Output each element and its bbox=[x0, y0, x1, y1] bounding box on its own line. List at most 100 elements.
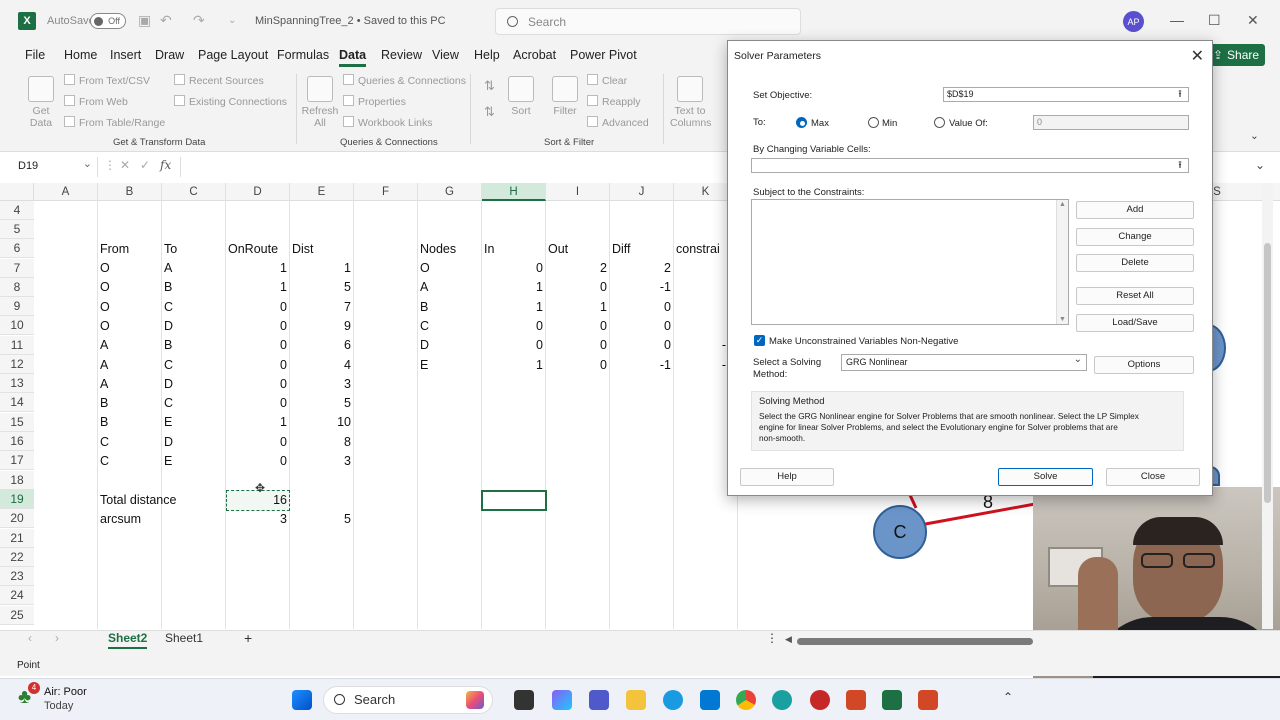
options-button[interactable]: Options bbox=[1094, 356, 1194, 374]
edge-browser-icon[interactable] bbox=[663, 690, 683, 710]
cell-to[interactable]: D bbox=[164, 317, 173, 336]
restore-icon[interactable]: ☐ bbox=[1208, 12, 1221, 29]
cell-out[interactable]: 0 bbox=[546, 336, 607, 355]
cell-to[interactable]: B bbox=[164, 278, 172, 297]
column-header-f[interactable]: F bbox=[354, 183, 418, 201]
row-header[interactable]: 15 bbox=[0, 413, 34, 432]
cell-from[interactable]: B bbox=[100, 413, 108, 432]
cell-node[interactable]: O bbox=[420, 259, 430, 278]
cell-in[interactable]: 1 bbox=[482, 356, 543, 375]
row-header[interactable]: 22 bbox=[0, 548, 34, 567]
powerpoint-icon[interactable] bbox=[846, 690, 866, 710]
min-radio[interactable] bbox=[868, 117, 879, 128]
sort-za-icon[interactable]: ⇅ bbox=[484, 104, 495, 120]
from-web-button[interactable]: From Web bbox=[64, 95, 128, 108]
cell-to[interactable]: C bbox=[164, 298, 173, 317]
tab-sheet1[interactable]: Sheet1 bbox=[165, 631, 203, 645]
row-header[interactable]: 21 bbox=[0, 529, 34, 548]
arcsum-dist[interactable]: 5 bbox=[290, 510, 351, 529]
cell-to[interactable]: E bbox=[164, 413, 172, 432]
cell-node[interactable]: A bbox=[420, 278, 428, 297]
tray-overflow-icon[interactable]: ⌃ bbox=[1003, 690, 1013, 704]
cell-from[interactable]: O bbox=[100, 278, 110, 297]
vertical-scrollbar[interactable] bbox=[1262, 183, 1273, 629]
cell-dist[interactable]: 3 bbox=[290, 452, 351, 471]
cell-onroute[interactable]: 0 bbox=[226, 452, 287, 471]
acrobat-icon[interactable] bbox=[918, 690, 938, 710]
change-button[interactable]: Change bbox=[1076, 228, 1194, 246]
task-view-icon[interactable] bbox=[514, 690, 534, 710]
cell-dist[interactable]: 3 bbox=[290, 375, 351, 394]
chrome-icon[interactable] bbox=[736, 690, 756, 710]
from-text-csv-button[interactable]: From Text/CSV bbox=[64, 74, 150, 87]
text-to-columns-button[interactable]: Text to Columns bbox=[670, 76, 711, 129]
cell-dist[interactable]: 5 bbox=[290, 394, 351, 413]
cell-from[interactable]: A bbox=[100, 356, 108, 375]
store-icon[interactable] bbox=[700, 690, 720, 710]
cell-to[interactable]: D bbox=[164, 433, 173, 452]
header-nodes[interactable]: Nodes bbox=[420, 240, 456, 259]
scroll-down-icon[interactable]: ▼ bbox=[1059, 316, 1066, 323]
cell-diff[interactable]: 2 bbox=[610, 259, 671, 278]
header-from[interactable]: From bbox=[100, 240, 129, 259]
horizontal-scroll-thumb[interactable] bbox=[797, 638, 1033, 645]
cancel-formula-icon[interactable]: ✕ bbox=[120, 158, 130, 172]
minimize-icon[interactable]: — bbox=[1170, 12, 1184, 28]
cell-dist[interactable]: 4 bbox=[290, 356, 351, 375]
row-header[interactable]: 19 bbox=[0, 490, 34, 509]
tab-sheet2[interactable]: Sheet2 bbox=[108, 631, 148, 649]
cell-node[interactable]: C bbox=[420, 317, 429, 336]
column-header-d[interactable]: D bbox=[226, 183, 290, 201]
max-radio[interactable] bbox=[796, 117, 807, 128]
row-header[interactable]: 16 bbox=[0, 432, 34, 451]
menu-formulas[interactable]: Formulas bbox=[277, 48, 329, 62]
tab-scroll-left-icon[interactable]: ‹ bbox=[28, 631, 32, 645]
menu-insert[interactable]: Insert bbox=[110, 48, 141, 62]
reapply-button[interactable]: Reapply bbox=[587, 95, 641, 108]
properties-button[interactable]: Properties bbox=[343, 95, 406, 108]
cell-onroute[interactable]: 0 bbox=[226, 394, 287, 413]
clear-button[interactable]: Clear bbox=[587, 74, 627, 87]
menu-file[interactable]: File bbox=[25, 48, 45, 62]
header-out[interactable]: Out bbox=[548, 240, 568, 259]
undo-icon[interactable]: ↶ bbox=[160, 12, 172, 29]
row-header[interactable]: 4 bbox=[0, 201, 34, 220]
arcsum-label[interactable]: arcsum bbox=[100, 510, 141, 529]
cell-onroute[interactable]: 0 bbox=[226, 375, 287, 394]
horizontal-scrollbar[interactable]: ◀ bbox=[785, 634, 1033, 648]
row-header[interactable]: 13 bbox=[0, 374, 34, 393]
nonnegative-checkbox[interactable]: ✓ bbox=[754, 335, 765, 346]
dialog-close-icon[interactable]: ✕ bbox=[1191, 46, 1204, 66]
header-dist[interactable]: Dist bbox=[292, 240, 314, 259]
header-to[interactable]: To bbox=[164, 240, 177, 259]
cell-from[interactable]: B bbox=[100, 394, 108, 413]
excel-taskbar-icon[interactable] bbox=[882, 690, 902, 710]
arcsum-onroute[interactable]: 3 bbox=[226, 510, 287, 529]
row-header[interactable]: 5 bbox=[0, 220, 34, 239]
row-header[interactable]: 24 bbox=[0, 586, 34, 605]
cell-dist[interactable]: 8 bbox=[290, 433, 351, 452]
windows-start-icon[interactable] bbox=[292, 690, 312, 710]
cell-constraint[interactable]: - bbox=[674, 336, 726, 355]
cell-dist[interactable]: 5 bbox=[290, 278, 351, 297]
cell-node[interactable]: E bbox=[420, 356, 428, 375]
row-header[interactable]: 8 bbox=[0, 278, 34, 297]
close-window-icon[interactable]: ✕ bbox=[1247, 12, 1259, 29]
header-constraints[interactable]: constrai bbox=[676, 240, 720, 259]
cell-to[interactable]: D bbox=[164, 375, 173, 394]
cell-in[interactable]: 1 bbox=[482, 278, 543, 297]
cell-out[interactable]: 2 bbox=[546, 259, 607, 278]
reset-all-button[interactable]: Reset All bbox=[1076, 287, 1194, 305]
name-box[interactable]: D19 bbox=[15, 157, 98, 177]
row-header[interactable]: 18 bbox=[0, 471, 34, 490]
formula-input[interactable] bbox=[180, 157, 725, 177]
get-data-button[interactable]: Get Data bbox=[25, 76, 57, 129]
total-distance-label[interactable]: Total distance bbox=[100, 491, 176, 510]
row-header[interactable]: 6 bbox=[0, 239, 34, 258]
cell-from[interactable]: A bbox=[100, 336, 108, 355]
menu-help[interactable]: Help bbox=[474, 48, 500, 62]
cell-to[interactable]: B bbox=[164, 336, 172, 355]
workbook-links-button[interactable]: Workbook Links bbox=[343, 116, 433, 129]
help-button[interactable]: Help bbox=[740, 468, 834, 486]
scroll-left-icon[interactable]: ◀ bbox=[785, 634, 792, 645]
